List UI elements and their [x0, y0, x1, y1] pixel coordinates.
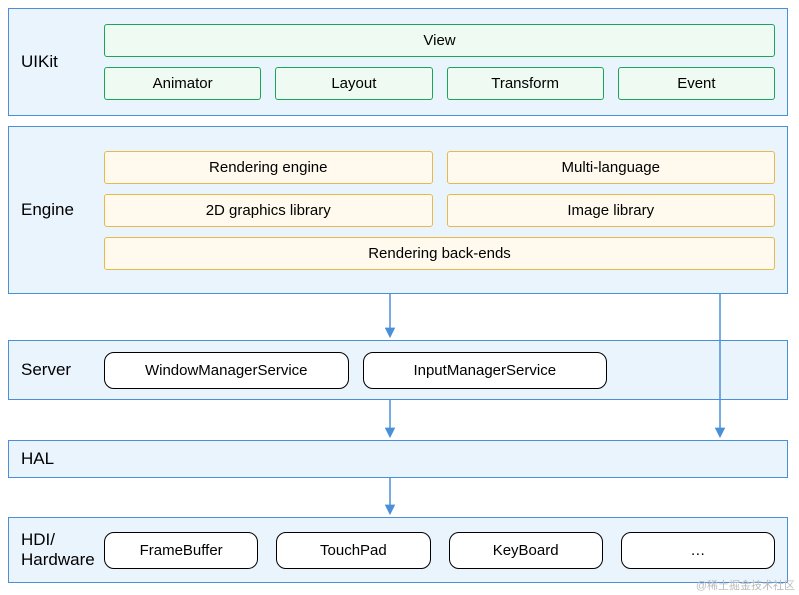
- hal-layer: HAL: [8, 440, 788, 478]
- hardware-layer: HDI/ Hardware FrameBuffer TouchPad KeyBo…: [8, 517, 788, 583]
- view-box: View: [104, 24, 775, 57]
- event-box: Event: [618, 67, 775, 100]
- engine-title: Engine: [9, 200, 104, 220]
- engine-layer: Engine Rendering engine Multi-language 2…: [8, 126, 788, 294]
- multi-language-box: Multi-language: [447, 151, 776, 184]
- server-title: Server: [9, 360, 104, 380]
- 2d-graphics-box: 2D graphics library: [104, 194, 433, 227]
- ellipsis-box: …: [621, 532, 775, 569]
- keyboard-box: KeyBoard: [449, 532, 603, 569]
- framebuffer-box: FrameBuffer: [104, 532, 258, 569]
- engine-body: Rendering engine Multi-language 2D graph…: [104, 127, 787, 293]
- rendering-backends-box: Rendering back-ends: [104, 237, 775, 270]
- hardware-body: FrameBuffer TouchPad KeyBoard …: [104, 518, 787, 582]
- uikit-body: View Animator Layout Transform Event: [104, 9, 787, 115]
- touchpad-box: TouchPad: [276, 532, 430, 569]
- window-manager-box: WindowManagerService: [104, 352, 349, 389]
- hardware-title: HDI/ Hardware: [9, 530, 104, 570]
- animator-box: Animator: [104, 67, 261, 100]
- image-library-box: Image library: [447, 194, 776, 227]
- watermark: @稀土掘金技术社区: [696, 577, 795, 593]
- uikit-layer: UIKit View Animator Layout Transform Eve…: [8, 8, 788, 116]
- hal-body: [104, 441, 787, 477]
- input-manager-box: InputManagerService: [363, 352, 608, 389]
- layout-box: Layout: [275, 67, 432, 100]
- uikit-title: UIKit: [9, 52, 104, 72]
- hal-title: HAL: [9, 449, 104, 469]
- server-layer: Server WindowManagerService InputManager…: [8, 340, 788, 400]
- rendering-engine-box: Rendering engine: [104, 151, 433, 184]
- transform-box: Transform: [447, 67, 604, 100]
- server-body: WindowManagerService InputManagerService: [104, 341, 787, 399]
